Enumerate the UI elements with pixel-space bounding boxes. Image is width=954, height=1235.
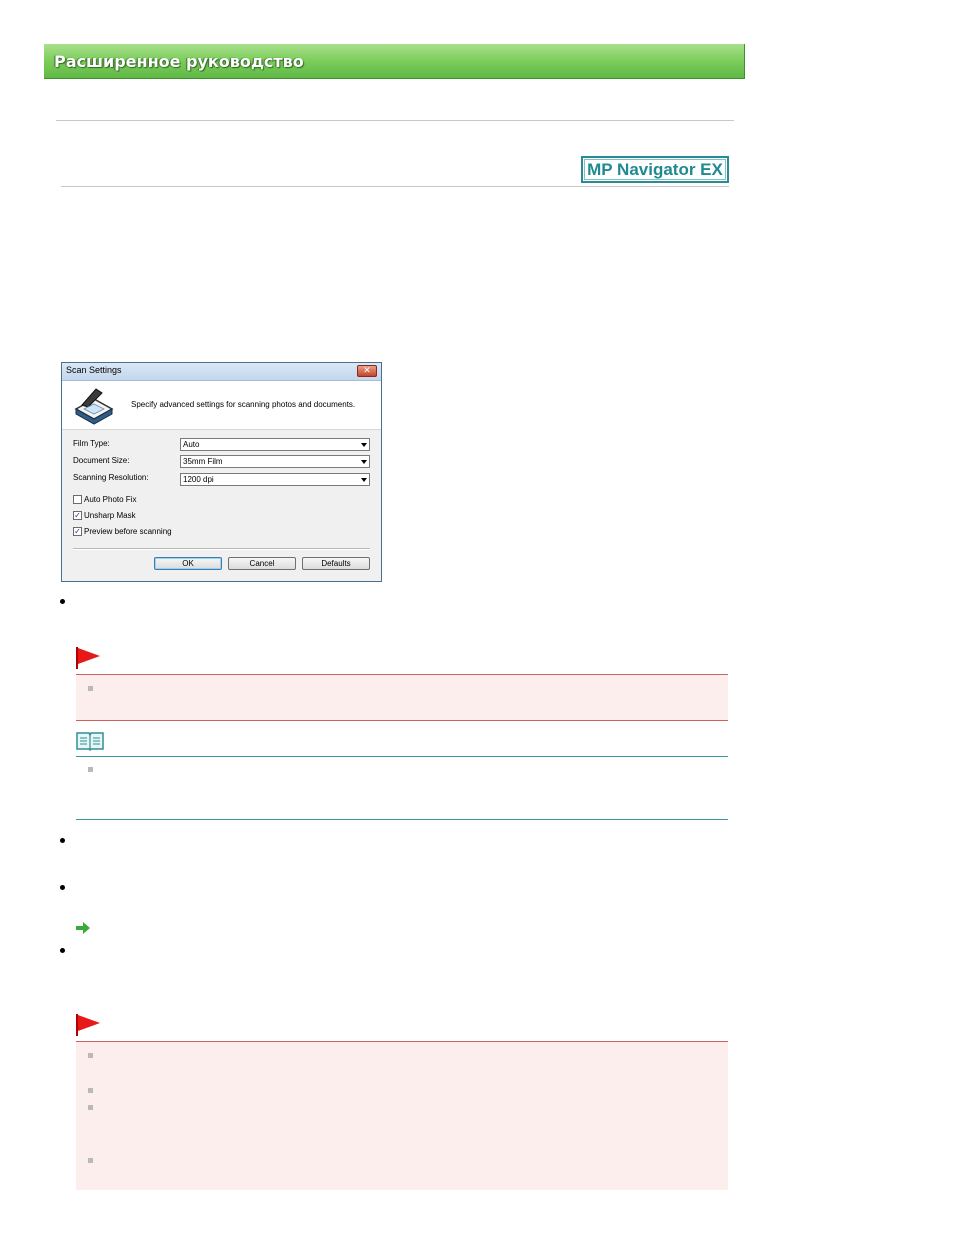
bullet bbox=[60, 838, 65, 843]
header-banner: Расширенное руководство bbox=[44, 44, 745, 79]
film-type-value: Auto bbox=[183, 440, 200, 449]
auto-photo-fix-label: Auto Photo Fix bbox=[84, 495, 137, 504]
document-size-label: Document Size: bbox=[73, 456, 130, 465]
caution-flag-icon bbox=[76, 647, 100, 669]
film-type-select[interactable]: Auto bbox=[180, 438, 370, 451]
mp-navigator-badge-label: MP Navigator EX bbox=[584, 159, 726, 180]
dialog-separator bbox=[73, 548, 370, 550]
unsharp-mask-label: Unsharp Mask bbox=[84, 511, 136, 520]
preview-before-scanning-label: Preview before scanning bbox=[84, 527, 172, 536]
caution-flag-icon bbox=[76, 1014, 100, 1036]
bullet bbox=[60, 948, 65, 953]
list-item-marker bbox=[88, 1158, 93, 1163]
scanning-resolution-select[interactable]: 1200 dpi bbox=[180, 473, 370, 486]
defaults-button[interactable]: Defaults bbox=[302, 557, 370, 570]
list-item-marker bbox=[88, 686, 93, 691]
green-arrow-icon[interactable] bbox=[76, 922, 90, 934]
caution-box bbox=[76, 675, 728, 720]
list-item-marker bbox=[88, 1105, 93, 1110]
list-item-marker bbox=[88, 1088, 93, 1093]
ok-button[interactable]: OK bbox=[154, 557, 222, 570]
chevron-down-icon bbox=[361, 460, 367, 464]
caution-box bbox=[76, 1042, 728, 1190]
list-item-marker bbox=[88, 767, 93, 772]
mp-navigator-badge: MP Navigator EX bbox=[581, 156, 729, 183]
divider bbox=[61, 186, 729, 187]
document-size-select[interactable]: 35mm Film bbox=[180, 455, 370, 468]
cancel-button[interactable]: Cancel bbox=[228, 557, 296, 570]
document-size-value: 35mm Film bbox=[183, 457, 223, 466]
dialog-titlebar: Scan Settings ✕ bbox=[62, 363, 381, 381]
list-item-marker bbox=[88, 1053, 93, 1058]
note-divider bbox=[76, 819, 728, 820]
scanner-icon bbox=[74, 388, 114, 425]
chevron-down-icon bbox=[361, 443, 367, 447]
unsharp-mask-checkbox[interactable]: ✓ bbox=[73, 511, 82, 520]
auto-photo-fix-checkbox[interactable] bbox=[73, 495, 82, 504]
dialog-title: Scan Settings bbox=[66, 365, 122, 375]
scan-settings-dialog: Scan Settings ✕ Specify advanced setting… bbox=[61, 362, 382, 582]
chevron-down-icon bbox=[361, 478, 367, 482]
page-title: Расширенное руководство bbox=[54, 52, 304, 71]
preview-before-scanning-checkbox[interactable]: ✓ bbox=[73, 527, 82, 536]
bullet bbox=[60, 599, 65, 604]
dialog-description: Specify advanced settings for scanning p… bbox=[131, 400, 356, 409]
bullet bbox=[60, 885, 65, 890]
note-divider bbox=[76, 756, 728, 757]
scanning-resolution-value: 1200 dpi bbox=[183, 475, 214, 484]
caution-divider bbox=[76, 720, 728, 721]
note-book-icon bbox=[76, 732, 104, 751]
scanning-resolution-label: Scanning Resolution: bbox=[73, 473, 149, 482]
divider bbox=[56, 120, 734, 121]
close-icon[interactable]: ✕ bbox=[357, 365, 377, 377]
film-type-label: Film Type: bbox=[73, 439, 110, 448]
